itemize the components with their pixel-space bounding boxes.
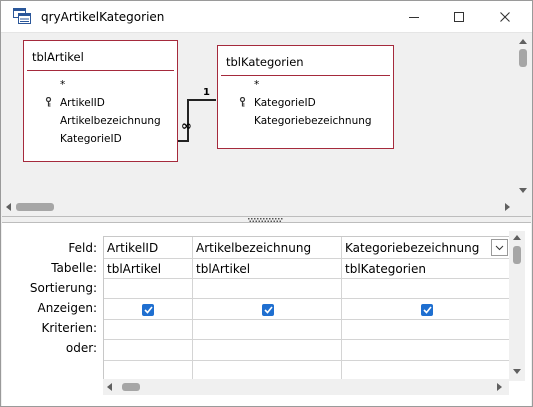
grid-cell-tabelle[interactable]: tblKategorien [345, 262, 426, 276]
scroll-left-arrow-icon[interactable] [107, 383, 112, 391]
table-header-divider [221, 75, 390, 76]
row-label-tabelle: Tabelle: [51, 261, 97, 275]
grid-lines [104, 237, 511, 380]
relationship-line[interactable] [177, 84, 222, 194]
relationship-many-label: ∞ [181, 119, 192, 134]
title-bar: qryArtikelKategorien [1, 1, 532, 33]
primary-key-icon [45, 97, 52, 107]
field-item-all[interactable]: * [60, 79, 65, 91]
row-label-feld: Feld: [68, 241, 97, 255]
minimize-icon [409, 17, 419, 18]
upper-vertical-scrollbar[interactable] [515, 35, 531, 198]
show-checkbox[interactable] [262, 304, 274, 316]
scroll-right-arrow-icon[interactable] [497, 383, 502, 391]
query-grid: ArtikelID tblArtikel Artikelbezeichnung … [103, 236, 511, 380]
field-item-artikelid[interactable]: ArtikelID [60, 97, 105, 109]
primary-key-icon [239, 97, 246, 107]
scrollbar-thumb[interactable] [513, 246, 521, 264]
grid-cell-feld[interactable]: ArtikelID [107, 241, 158, 255]
window-title: qryArtikelKategorien [41, 10, 165, 24]
query-design-window: qryArtikelKategorien tblArtikel * Artike… [0, 0, 533, 407]
field-item-artikelbezeichnung[interactable]: Artikelbezeichnung [60, 115, 161, 127]
grid-cell-feld[interactable]: Artikelbezeichnung [196, 241, 311, 255]
row-label-kriterien: Kriterien: [41, 321, 97, 335]
scroll-up-arrow-icon[interactable] [513, 235, 521, 240]
scroll-down-arrow-icon[interactable] [513, 369, 521, 374]
grid-horizontal-scrollbar[interactable] [103, 379, 509, 395]
table-header-divider [27, 70, 174, 71]
checkmark-icon [263, 306, 273, 314]
maximize-icon [454, 12, 464, 22]
close-icon [500, 12, 510, 22]
field-dropdown-button[interactable] [491, 239, 508, 256]
chevron-down-icon [495, 245, 504, 250]
field-item-kategorieid[interactable]: KategorieID [60, 133, 122, 145]
table-name[interactable]: tblKategorien [226, 55, 304, 69]
checkmark-icon [143, 306, 153, 314]
scroll-left-arrow-icon[interactable] [6, 203, 11, 211]
close-button[interactable] [485, 1, 525, 33]
maximize-button[interactable] [439, 1, 479, 33]
field-item-kategoriebezeichnung[interactable]: Kategoriebezeichnung [254, 115, 372, 127]
scrollbar-thumb[interactable] [519, 49, 527, 67]
show-checkbox[interactable] [142, 304, 154, 316]
show-checkbox[interactable] [421, 304, 433, 316]
scrollbar-thumb[interactable] [16, 203, 54, 211]
row-label-sortierung: Sortierung: [29, 281, 97, 295]
pane-splitter[interactable] [2, 216, 531, 223]
field-item-all[interactable]: * [254, 79, 259, 91]
scroll-down-arrow-icon[interactable] [519, 188, 527, 193]
table-name[interactable]: tblArtikel [32, 50, 84, 64]
grid-cell-tabelle[interactable]: tblArtikel [196, 262, 250, 276]
table-design-area[interactable]: tblArtikel * ArtikelID Artikelbezeichnun… [2, 34, 515, 198]
field-list-tblkategorien[interactable]: tblKategorien * KategorieID Kategoriebez… [217, 45, 394, 149]
grid-vertical-scrollbar[interactable] [509, 231, 525, 381]
row-label-anzeigen: Anzeigen: [37, 301, 97, 315]
scroll-up-arrow-icon[interactable] [519, 39, 527, 44]
scroll-right-arrow-icon[interactable] [505, 203, 510, 211]
scrollbar-thumb[interactable] [122, 383, 140, 391]
row-label-oder: oder: [65, 341, 97, 355]
field-list-tblartikel[interactable]: tblArtikel * ArtikelID Artikelbezeichnun… [23, 40, 178, 162]
field-item-kategorieid[interactable]: KategorieID [254, 97, 316, 109]
query-icon [13, 8, 31, 24]
upper-horizontal-scrollbar[interactable] [2, 198, 515, 216]
minimize-button[interactable] [394, 1, 434, 33]
checkmark-icon [422, 306, 432, 314]
grid-cell-tabelle[interactable]: tblArtikel [107, 262, 161, 276]
grid-cell-feld[interactable]: Kategoriebezeichnung [345, 241, 479, 255]
splitter-grip-icon [248, 218, 283, 222]
relationship-one-label: 1 [203, 87, 210, 98]
